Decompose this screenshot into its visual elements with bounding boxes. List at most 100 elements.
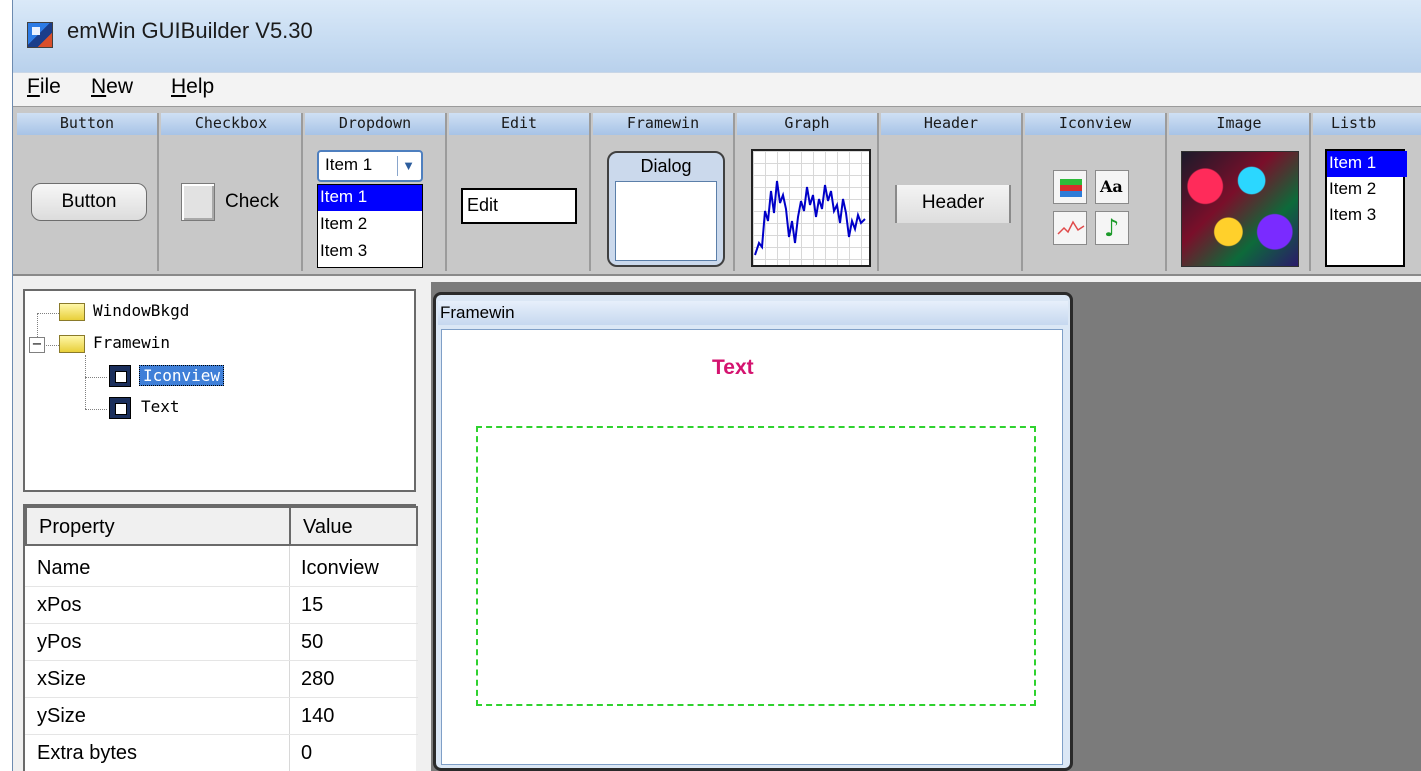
tool-framewin-header: Framewin xyxy=(593,113,733,135)
dropdown-preview-item: Item 2 xyxy=(320,214,368,233)
property-value[interactable]: 15 xyxy=(289,588,323,624)
text-widget[interactable]: Text xyxy=(712,356,754,380)
property-row[interactable]: Name Iconview xyxy=(25,551,418,587)
tool-graph-header: Graph xyxy=(737,113,877,135)
property-name: xPos xyxy=(37,594,82,616)
tree-node-label: WindowBkgd xyxy=(93,301,190,320)
property-name: xSize xyxy=(37,668,86,690)
menu-help-mnemonic: H xyxy=(171,75,187,98)
property-value[interactable]: Iconview xyxy=(289,551,379,587)
tool-image[interactable]: Image xyxy=(1169,113,1311,271)
property-name: ySize xyxy=(37,705,86,727)
tool-graph[interactable]: Graph xyxy=(737,113,879,271)
button-preview: Button xyxy=(31,183,147,221)
dropdown-preview-item: Item 1 xyxy=(318,185,422,211)
dropdown-preview-item: Item 3 xyxy=(320,241,368,260)
title-bar[interactable]: emWin GUIBuilder V5.30 xyxy=(13,0,1421,72)
chevron-down-icon: ▼ xyxy=(397,156,419,176)
property-name: Extra bytes xyxy=(37,742,138,764)
tree-node-label: Framewin xyxy=(93,333,171,352)
tool-listbox-header: Listb xyxy=(1313,113,1421,135)
property-column-header[interactable]: Property xyxy=(25,506,291,546)
folder-icon xyxy=(59,335,85,353)
music-note-glyph: ♪ xyxy=(1104,214,1120,242)
framewin-preview-title: Dialog xyxy=(640,156,692,176)
property-grid: Property Value Name Iconview xPos 15 yPo… xyxy=(23,504,418,771)
menu-help-label: elp xyxy=(186,75,215,98)
window-title: emWin GUIBuilder V5.30 xyxy=(67,18,313,43)
tool-checkbox-header: Checkbox xyxy=(161,113,301,135)
tree-connector xyxy=(37,313,59,314)
chart-line-icon-graphic xyxy=(1057,220,1085,235)
tree-node-label: Text xyxy=(141,397,180,416)
property-name: yPos xyxy=(37,631,82,653)
tool-image-header: Image xyxy=(1169,113,1309,135)
tool-edit-header: Edit xyxy=(449,113,589,135)
tool-edit[interactable]: Edit Edit xyxy=(449,113,591,271)
image-preview xyxy=(1181,151,1299,267)
collapse-toggle-icon[interactable]: − xyxy=(29,337,45,353)
dropdown-preview-selected: Item 1 xyxy=(325,155,373,174)
dropdown-preview-head: Item 1 ▼ xyxy=(317,150,423,182)
iconview-widget-selected[interactable] xyxy=(476,426,1036,706)
font-icon-glyph: Aa xyxy=(1100,177,1123,196)
design-canvas[interactable]: Framewin Text xyxy=(431,282,1421,771)
property-value[interactable]: 0 xyxy=(289,736,312,771)
listbox-preview-item: Item 1 xyxy=(1327,151,1407,177)
tool-header[interactable]: Header Header xyxy=(881,113,1023,271)
menu-file[interactable]: File xyxy=(27,75,61,99)
tool-checkbox[interactable]: Checkbox Check xyxy=(161,113,303,271)
listbox-preview-item: Item 3 xyxy=(1329,205,1377,224)
edit-preview: Edit xyxy=(461,188,577,224)
music-note-icon: ♪ xyxy=(1095,211,1129,245)
tool-dropdown[interactable]: Dropdown Item 1 ▼ Item 1 Item 2 Item 3 xyxy=(305,113,447,271)
tool-dropdown-header: Dropdown xyxy=(305,113,445,135)
framewin-widget[interactable]: Framewin Text xyxy=(433,292,1073,771)
app-icon xyxy=(27,22,53,48)
property-row[interactable]: Extra bytes 0 xyxy=(25,736,418,771)
property-name: Name xyxy=(37,557,91,579)
menu-help[interactable]: Help xyxy=(171,75,214,99)
tool-button-header: Button xyxy=(17,113,157,135)
framewin-client-area[interactable]: Text xyxy=(441,329,1063,765)
property-row[interactable]: ySize 140 xyxy=(25,699,418,735)
property-value[interactable]: 280 xyxy=(289,662,334,698)
tool-framewin[interactable]: Framewin Dialog xyxy=(593,113,735,271)
font-icon: Aa xyxy=(1095,170,1129,204)
folder-icon xyxy=(59,303,85,321)
property-value[interactable]: 140 xyxy=(289,699,334,735)
value-column-header[interactable]: Value xyxy=(289,506,418,546)
listbox-preview: Item 1 Item 2 Item 3 xyxy=(1325,149,1407,267)
tree-connector xyxy=(85,409,107,410)
graph-preview-line xyxy=(754,180,866,256)
dropdown-preview-list: Item 1 Item 2 Item 3 xyxy=(317,184,423,268)
books-icon-graphic xyxy=(1060,179,1082,197)
menu-new-mnemonic: N xyxy=(91,75,107,98)
property-row[interactable]: xPos 15 xyxy=(25,588,418,624)
property-value[interactable]: 50 xyxy=(289,625,323,661)
menu-new-label: ew xyxy=(106,75,134,98)
app-window: emWin GUIBuilder V5.30 File New Help But… xyxy=(12,0,1421,771)
window-icon xyxy=(109,397,131,419)
menu-bar: File New Help xyxy=(13,72,1421,106)
widget-toolbox: Button Button Checkbox Check Dropdown It… xyxy=(13,106,1421,276)
checkbox-preview-label: Check xyxy=(225,191,279,212)
tree-connector xyxy=(85,355,86,409)
tool-listbox[interactable]: Listb Item 1 Item 2 Item 3 xyxy=(1313,113,1421,271)
widget-tree: − WindowBkgd Framewin Iconview Text xyxy=(23,289,416,492)
menu-new[interactable]: New xyxy=(91,75,133,99)
tool-button[interactable]: Button Button xyxy=(17,113,159,271)
tool-iconview-header: Iconview xyxy=(1025,113,1165,135)
menu-file-label: ile xyxy=(39,75,61,98)
checkbox-preview-box xyxy=(181,183,215,221)
tree-node-label-selected: Iconview xyxy=(139,365,225,386)
listbox-preview-item: Item 2 xyxy=(1329,179,1377,198)
tool-iconview[interactable]: Iconview Aa ♪ xyxy=(1025,113,1167,271)
chart-line-icon xyxy=(1053,211,1087,245)
property-row[interactable]: yPos 50 xyxy=(25,625,418,661)
tree-connector xyxy=(85,377,107,378)
graph-preview xyxy=(751,149,871,267)
framewin-title[interactable]: Framewin xyxy=(438,301,1068,325)
tool-header-header: Header xyxy=(881,113,1021,135)
property-row[interactable]: xSize 280 xyxy=(25,662,418,698)
